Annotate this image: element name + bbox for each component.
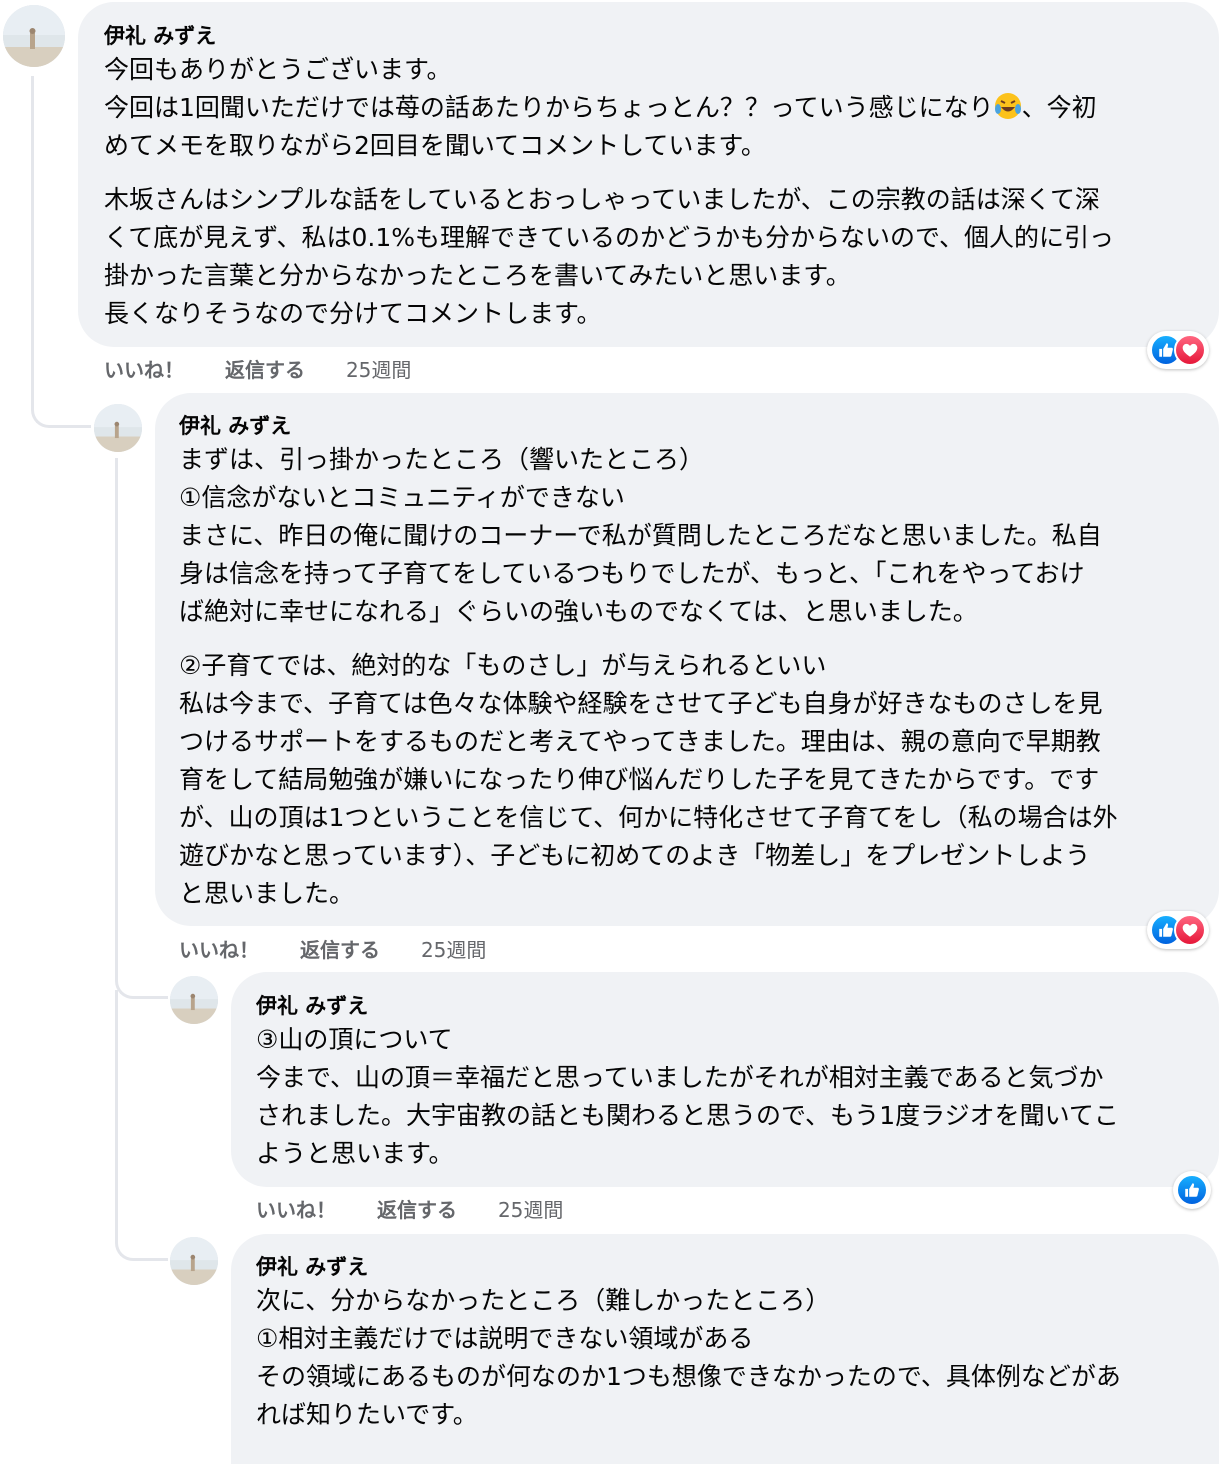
timestamp[interactable]: 25週間 bbox=[346, 354, 411, 383]
text-line: ①信念がないとコミュニティができない bbox=[179, 483, 625, 512]
text-line: ②子育てでは、絶対的な「ものさし」が与えられるといい bbox=[179, 651, 827, 680]
comment-author[interactable]: 伊礼 みずえ bbox=[179, 410, 291, 440]
text-segment: 、今初 bbox=[1021, 93, 1097, 122]
text-segment: 今回は1回聞いただけでは苺の話あたりからちょっとん？？っていう感じになり bbox=[104, 93, 994, 122]
text-line: つけるサポートをするものだと考えてやってきました。理由は、親の意向で早期教 bbox=[179, 727, 1101, 756]
like-button[interactable]: いいね！ bbox=[104, 354, 184, 383]
comment-actions: いいね！ 返信する 25週間 bbox=[179, 934, 486, 963]
text-line: 長くなりそうなので分けてコメントします。 bbox=[104, 299, 602, 328]
text-line: まさに、昨日の俺に聞けのコーナーで私が質問したところだなと思いました。私自 bbox=[179, 521, 1102, 550]
text-line: ③山の頂について bbox=[256, 1025, 453, 1054]
text-line: 今回は1回聞いただけでは苺の話あたりからちょっとん？？っていう感じになり 、今初 bbox=[104, 89, 1114, 127]
comment-author[interactable]: 伊礼 みずえ bbox=[256, 990, 368, 1020]
text-line: ようと思います。 bbox=[256, 1139, 454, 1168]
text-line: くて底が見えず、私は0.1%も理解できているのかどうかも分からないので、個人的に… bbox=[104, 223, 1115, 252]
avatar-photo bbox=[170, 976, 218, 1024]
text-line: が、山の頂は1つということを信じて、何かに特化させて子育てをし（私の場合は外 bbox=[179, 803, 1118, 832]
thumbs-up-icon bbox=[1176, 1174, 1208, 1206]
text-line: 育をして結局勉強が嫌いになったり伸び悩んだりした子を見てきたからです。です bbox=[179, 765, 1100, 794]
text-line: されました。大宇宙教の話とも関わると思うので、もう1度ラジオを聞いてこ bbox=[256, 1101, 1119, 1130]
text-line: 遊びかなと思っています）、子どもに初めてのよき「物差し」をプレゼントしよう bbox=[179, 841, 1091, 870]
laughing-crying-emoji-icon bbox=[994, 93, 1021, 119]
text-line: まずは、引っ掛かったところ（響いたところ） bbox=[179, 445, 705, 474]
text-line: 次に、分からなかったところ（難しかったところ） bbox=[256, 1286, 831, 1315]
avatar[interactable] bbox=[170, 1237, 218, 1285]
text-line: 木坂さんはシンプルな話をしているとおっしゃっていましたが、この宗教の話は深くて深 bbox=[104, 185, 1101, 214]
avatar-photo bbox=[170, 1237, 218, 1285]
timestamp[interactable]: 25週間 bbox=[498, 1194, 563, 1223]
text-line: 身は信念を持って子育てをしているつもりでしたが、もっと、「これをやっておけ bbox=[179, 559, 1085, 588]
text-line: れば知りたいです。 bbox=[256, 1400, 478, 1429]
heart-icon bbox=[1174, 914, 1206, 946]
reaction-summary[interactable] bbox=[1147, 911, 1209, 949]
comment-author[interactable]: 伊礼 みずえ bbox=[256, 1251, 368, 1281]
text-line: と思いました。 bbox=[179, 879, 355, 908]
text-line: ①相対主義だけでは説明できない領域がある bbox=[256, 1324, 754, 1353]
text-line: ば絶対に幸せになれる」ぐらいの強いものでなくては、と思いました。 bbox=[179, 597, 978, 626]
thread-line-3 bbox=[115, 990, 168, 1261]
text-line: 今まで、山の頂＝幸福だと思っていましたがそれが相対主義であると気づか bbox=[256, 1063, 1104, 1092]
comment-text: 今回もありがとうございます。 今回は1回聞いただけでは苺の話あたりからちょっとん… bbox=[104, 51, 1114, 333]
reaction-summary[interactable] bbox=[1147, 331, 1209, 369]
reply-button[interactable]: 返信する bbox=[377, 1194, 457, 1223]
avatar[interactable] bbox=[94, 404, 142, 452]
text-line: 私は今まで、子育ては色々な体験や経験をさせて子ども自身が好きなものさしを見 bbox=[179, 689, 1103, 718]
text-line: 今回もありがとうございます。 bbox=[104, 55, 452, 84]
comment-author[interactable]: 伊礼 みずえ bbox=[104, 20, 216, 50]
text-line: 掛かった言葉と分からなかったところを書いてみたいと思います。 bbox=[104, 261, 851, 290]
comment-actions: いいね！ 返信する 25週間 bbox=[256, 1194, 563, 1223]
avatar-photo bbox=[3, 5, 65, 67]
reply-button[interactable]: 返信する bbox=[300, 934, 380, 963]
avatar[interactable] bbox=[3, 5, 65, 67]
text-line: めてメモを取りながら2回目を聞いてコメントしています。 bbox=[104, 131, 766, 160]
like-button[interactable]: いいね！ bbox=[256, 1194, 336, 1223]
reply-button[interactable]: 返信する bbox=[225, 354, 305, 383]
reaction-summary[interactable] bbox=[1173, 1171, 1211, 1209]
avatar-photo bbox=[94, 404, 142, 452]
comment-text: ③山の頂について 今まで、山の頂＝幸福だと思っていましたがそれが相対主義であると… bbox=[256, 1021, 1119, 1173]
timestamp[interactable]: 25週間 bbox=[421, 934, 486, 963]
text-line: その領域にあるものが何なのか1つも想像できなかったので、具体例などがあ bbox=[256, 1362, 1121, 1391]
comment-text: まずは、引っ掛かったところ（響いたところ） ①信念がないとコミュニティができない… bbox=[179, 441, 1118, 913]
avatar[interactable] bbox=[170, 976, 218, 1024]
comment-actions: いいね！ 返信する 25週間 bbox=[104, 354, 411, 383]
comment-text: 次に、分からなかったところ（難しかったところ） ①相対主義だけでは説明できない領… bbox=[256, 1282, 1121, 1434]
like-button[interactable]: いいね！ bbox=[179, 934, 259, 963]
heart-icon bbox=[1174, 334, 1206, 366]
